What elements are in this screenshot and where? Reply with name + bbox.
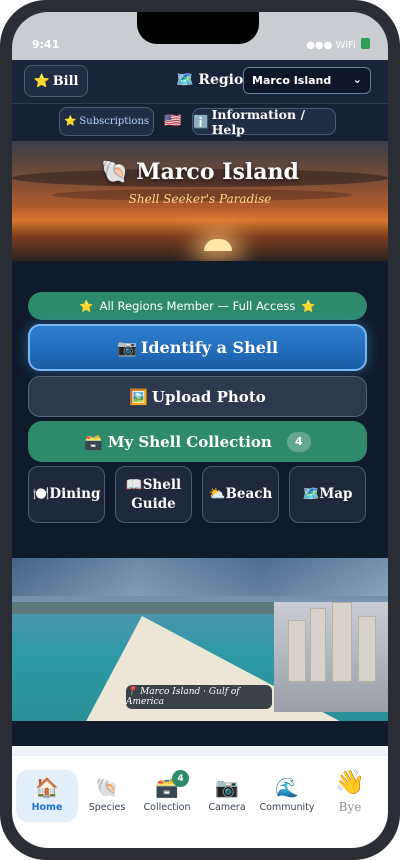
dining-button[interactable]: 🍽️Dining [28,466,105,523]
photo-clouds [12,558,388,596]
hero-sun [204,239,232,251]
subscriptions-button[interactable]: ⭐ Subscriptions [59,107,154,136]
subscriptions-label: Subscriptions [79,116,150,127]
box-icon: 🗃️ [84,432,103,451]
photo-caption: 📍 Marco Island · Gulf of America [126,685,272,709]
tab-home[interactable]: 🏠 Home [16,770,78,822]
info-icon: ℹ️ [193,113,209,129]
book-icon: 📖 [125,477,143,494]
tab-camera-label: Camera [208,802,246,813]
tab-collection[interactable]: 🗃️ Collection 4 [136,770,198,822]
star-icon: ⭐ [79,299,94,313]
spacer [12,721,388,748]
photo-tower [288,620,306,682]
camera-icon: 📷 [116,338,137,357]
sub-bar: ⭐ Subscriptions 🇺🇸 ℹ️ Information / Help [12,104,388,142]
information-help-button[interactable]: ℹ️ Information / Help [192,106,336,137]
screen: 9:41 ●●● WiFi ⭐ Bill 🗺️ Region: Marco Is… [12,12,388,848]
membership-badge: ⭐ All Regions Member — Full Access ⭐ [28,292,367,320]
tab-home-label: Home [31,802,63,813]
tab-collection-label: Collection [143,802,191,813]
hero-banner: 🐚 Marco Island Shell Seeker's Paradise [12,141,388,261]
battery-icon [361,38,370,49]
bottom-tab-bar: 🏠 Home 🐚 Species 🗃️ Collection 4 📷 Camer… [12,756,388,848]
bill-button[interactable]: ⭐ Bill [24,65,88,97]
bye-label: Bye [338,800,362,814]
bye-button[interactable]: 👋 Bye [330,770,370,826]
house-icon: 🏠 [35,777,59,799]
collection-count-badge: 4 [286,431,311,452]
photo-city [274,602,388,712]
hero-subtitle: Shell Seeker's Paradise [128,192,272,206]
bill-label: Bill [52,73,79,89]
map-icon: 🗺️ [302,486,320,503]
main-content: ⭐ All Regions Member — Full Access ⭐ 📷 I… [12,261,388,558]
tab-species-label: Species [88,802,126,813]
signal-indicator: ●●● WiFi [306,40,356,51]
shell-guide-button[interactable]: 📖Shell Guide [115,466,192,523]
map-button[interactable]: 🗺️Map [289,466,366,523]
beach-aerial-photo: 📍 Marco Island · Gulf of America [12,558,388,721]
collection-label: My Shell Collection [107,432,272,451]
star-icon: ⭐ [33,73,50,89]
notch [137,12,259,44]
upload-photo-label: Upload Photo [151,387,266,406]
hero-title-text: Marco Island [136,159,299,185]
top-bar: ⭐ Bill 🗺️ Region: Marco Island ⌄ [12,60,388,104]
status-time: 9:41 [32,38,60,51]
dining-label: Dining [49,486,101,503]
tab-community-label: Community [259,802,315,813]
photo-tower [332,602,352,682]
membership-text: All Regions Member — Full Access [99,299,296,313]
region-select[interactable]: Marco Island ⌄ [243,67,371,94]
photo-tower [358,616,376,682]
beach-label: Beach [225,486,273,503]
tab-camera[interactable]: 📷 Camera [196,770,258,822]
region-select-value: Marco Island [252,74,332,87]
collection-tab-badge: 4 [172,770,189,787]
status-indicators: ●●● WiFi [306,38,370,51]
star-icon: ⭐ [301,299,316,313]
photo-tower [310,608,326,682]
my-shell-collection-button[interactable]: 🗃️ My Shell Collection 4 [28,421,367,462]
waving-hand-icon: 👋 [335,768,365,796]
identify-shell-label: Identify a Shell [140,338,279,357]
star-icon: ⭐ [63,116,77,127]
wave-icon: 🌊 [275,777,299,799]
plate-icon: 🍽️ [32,486,50,503]
upload-photo-button[interactable]: 🖼️ Upload Photo [28,376,367,417]
tab-community[interactable]: 🌊 Community [256,770,318,822]
shell-icon: 🐚 [101,159,129,185]
phone-frame: 9:41 ●●● WiFi ⭐ Bill 🗺️ Region: Marco Is… [0,0,400,860]
identify-shell-button[interactable]: 📷 Identify a Shell [28,324,367,371]
map-icon: 🗺️ [176,72,194,88]
content-card-edge [12,746,388,756]
hero-title: 🐚 Marco Island [12,159,388,185]
map-label: Map [319,486,353,503]
information-help-label: Information / Help [211,106,306,137]
camera-icon: 📷 [215,777,239,799]
chevron-down-icon: ⌄ [352,73,362,86]
us-flag-icon[interactable]: 🇺🇸 [164,113,181,129]
shell-icon: 🐚 [95,777,119,799]
tab-species[interactable]: 🐚 Species [76,770,138,822]
beach-button[interactable]: ⛅Beach [202,466,279,523]
sun-cloud-icon: ⛅ [208,486,226,503]
picture-icon: 🖼️ [129,387,148,406]
